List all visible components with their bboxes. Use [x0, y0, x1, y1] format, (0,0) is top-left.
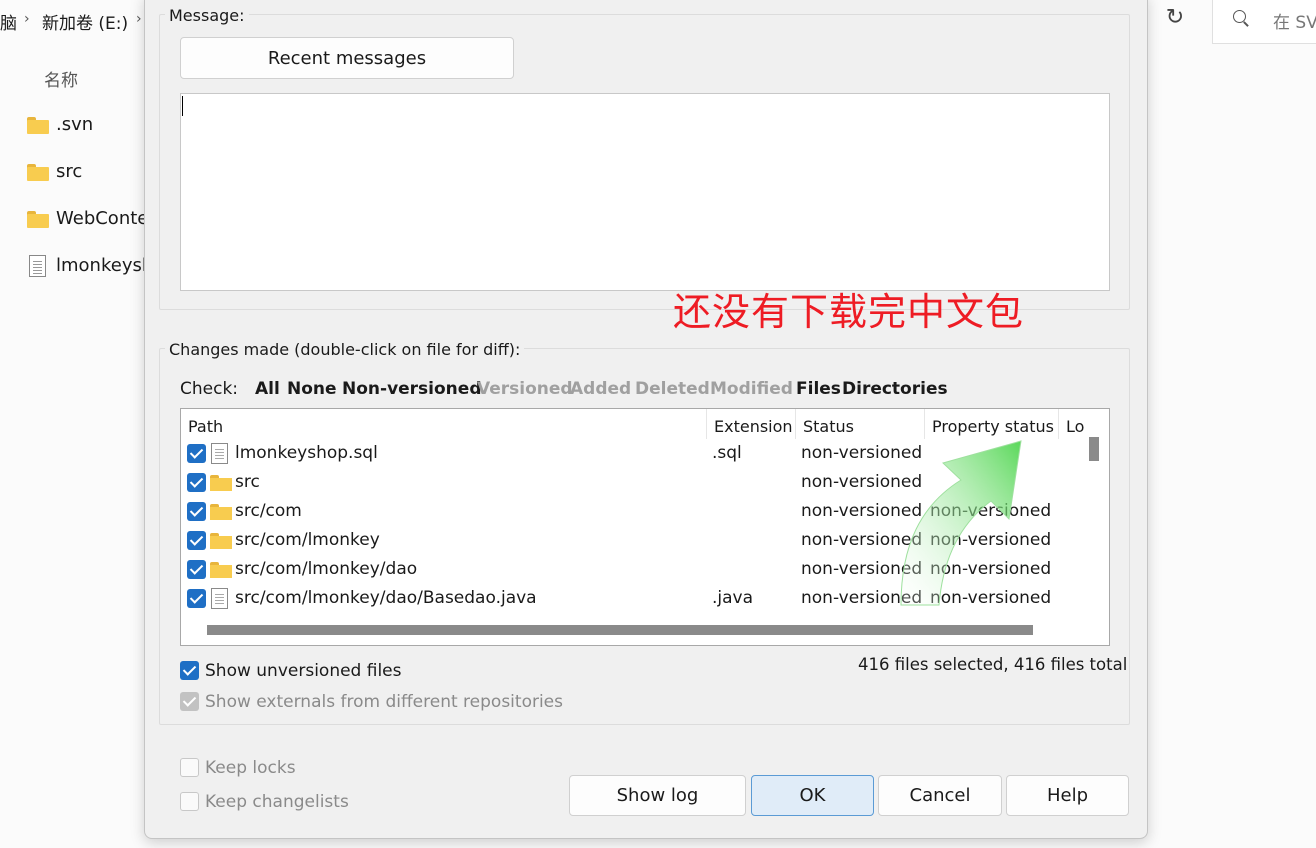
message-group-title: Message:	[165, 6, 249, 25]
column-header-extension[interactable]: Extension	[707, 409, 796, 439]
row-status: non-versioned	[801, 588, 923, 608]
row-checkbox[interactable]	[187, 473, 206, 492]
folder-icon	[210, 504, 232, 520]
commit-message-input[interactable]	[180, 93, 1110, 291]
column-header-status[interactable]: Status	[796, 409, 925, 439]
row-status: non-versioned	[801, 501, 923, 521]
changes-group-title: Changes made (double-click on file for d…	[165, 340, 525, 359]
row-checkbox[interactable]	[187, 560, 206, 579]
changes-list[interactable]: Path Extension Status Property status Lo…	[180, 408, 1110, 646]
folder-icon	[210, 533, 232, 549]
check-modified-link: Modified	[710, 379, 793, 399]
column-header-path[interactable]: Path	[181, 409, 707, 439]
table-row[interactable]: src/com/lmonkey non-versioned non-versio…	[181, 526, 1087, 555]
show-unversioned-checkbox[interactable]	[180, 661, 199, 680]
table-row[interactable]: lmonkeyshop.sql .sql non-versioned	[181, 439, 1087, 468]
check-none-link[interactable]: None	[287, 379, 337, 399]
selection-summary: 416 files selected, 416 files total	[858, 655, 1128, 674]
column-header-name[interactable]: 名称	[44, 66, 78, 91]
file-icon	[29, 255, 46, 277]
row-extension: .java	[712, 588, 754, 608]
table-row[interactable]: src/com/lmonkey/dao/Basedao.java .java n…	[181, 584, 1087, 613]
folder-icon	[210, 475, 232, 491]
check-nonversioned-link[interactable]: Non-versioned	[342, 379, 482, 399]
folder-icon	[27, 117, 49, 134]
row-path: lmonkeyshop.sql	[235, 443, 378, 463]
file-icon	[211, 588, 228, 609]
check-deleted-link: Deleted	[635, 379, 710, 399]
show-unversioned-label[interactable]: Show unversioned files	[205, 661, 402, 681]
recent-messages-button[interactable]: Recent messages	[180, 37, 514, 79]
folder-icon	[27, 164, 49, 181]
row-property-status: non-versioned	[930, 501, 1052, 521]
column-header-property-status[interactable]: Property status	[925, 409, 1059, 439]
check-added-link: Added	[570, 379, 632, 399]
row-path: src/com	[235, 501, 302, 521]
show-externals-checkbox	[180, 692, 199, 711]
file-name: src	[56, 161, 83, 182]
refresh-icon[interactable]: ↻	[1160, 4, 1190, 34]
show-log-button[interactable]: Show log	[569, 775, 746, 816]
chevron-right-icon: ›	[136, 11, 142, 27]
row-status: non-versioned	[801, 559, 923, 579]
table-row[interactable]: src/com non-versioned non-versioned	[181, 497, 1087, 526]
keep-changelists-label: Keep changelists	[205, 792, 349, 812]
search-icon	[1231, 8, 1249, 30]
row-checkbox[interactable]	[187, 444, 206, 463]
row-checkbox[interactable]	[187, 531, 206, 550]
breadcrumb-part-drive[interactable]: 新加卷 (E:)	[42, 9, 128, 34]
row-extension: .sql	[712, 443, 742, 463]
vertical-scrollbar-thumb[interactable]	[1089, 437, 1099, 461]
keep-changelists-checkbox	[180, 792, 199, 811]
show-externals-label: Show externals from different repositori…	[205, 692, 563, 712]
chevron-right-icon: ›	[24, 11, 30, 27]
ok-button[interactable]: OK	[751, 775, 874, 816]
row-path: src/com/lmonkey/dao/Basedao.java	[235, 588, 537, 608]
column-header-lock[interactable]: Lo	[1059, 409, 1087, 439]
table-row[interactable]: src/com/lmonkey/dao non-versioned non-ve…	[181, 555, 1087, 584]
row-property-status: non-versioned	[930, 559, 1052, 579]
row-property-status: non-versioned	[930, 530, 1052, 550]
row-path: src/com/lmonkey/dao	[235, 559, 418, 579]
row-checkbox[interactable]	[187, 502, 206, 521]
search-placeholder: 在 SV	[1273, 13, 1316, 33]
help-button[interactable]: Help	[1006, 775, 1129, 816]
folder-icon	[27, 211, 49, 228]
check-directories-link[interactable]: Directories	[842, 379, 948, 399]
commit-dialog: Message: Recent messages 还没有下载完中文包 Chang…	[144, 0, 1148, 839]
check-label: Check:	[180, 379, 239, 399]
file-name: .svn	[56, 114, 94, 135]
table-row[interactable]: src non-versioned	[181, 468, 1087, 497]
search-input[interactable]: 在 SV	[1212, 0, 1316, 44]
text-caret	[182, 96, 183, 116]
file-icon	[211, 443, 228, 464]
check-all-link[interactable]: All	[255, 379, 280, 399]
file-name: WebConte	[56, 208, 149, 229]
row-status: non-versioned	[801, 530, 923, 550]
horizontal-scrollbar-thumb[interactable]	[207, 625, 1033, 635]
row-path: src/com/lmonkey	[235, 530, 380, 550]
row-checkbox[interactable]	[187, 589, 206, 608]
annotation-text: 还没有下载完中文包	[673, 290, 1025, 334]
row-status: non-versioned	[801, 443, 923, 463]
row-status: non-versioned	[801, 472, 923, 492]
check-versioned-link: Versioned	[477, 379, 573, 399]
row-property-status: non-versioned	[930, 588, 1052, 608]
check-files-link[interactable]: Files	[796, 379, 841, 399]
row-path: src	[235, 472, 260, 492]
keep-locks-label: Keep locks	[205, 758, 296, 778]
breadcrumb-part-computer[interactable]: 脑	[0, 9, 17, 34]
file-name: lmonkeysh	[56, 255, 154, 276]
folder-icon	[210, 562, 232, 578]
cancel-button[interactable]: Cancel	[878, 775, 1002, 816]
keep-locks-checkbox	[180, 758, 199, 777]
